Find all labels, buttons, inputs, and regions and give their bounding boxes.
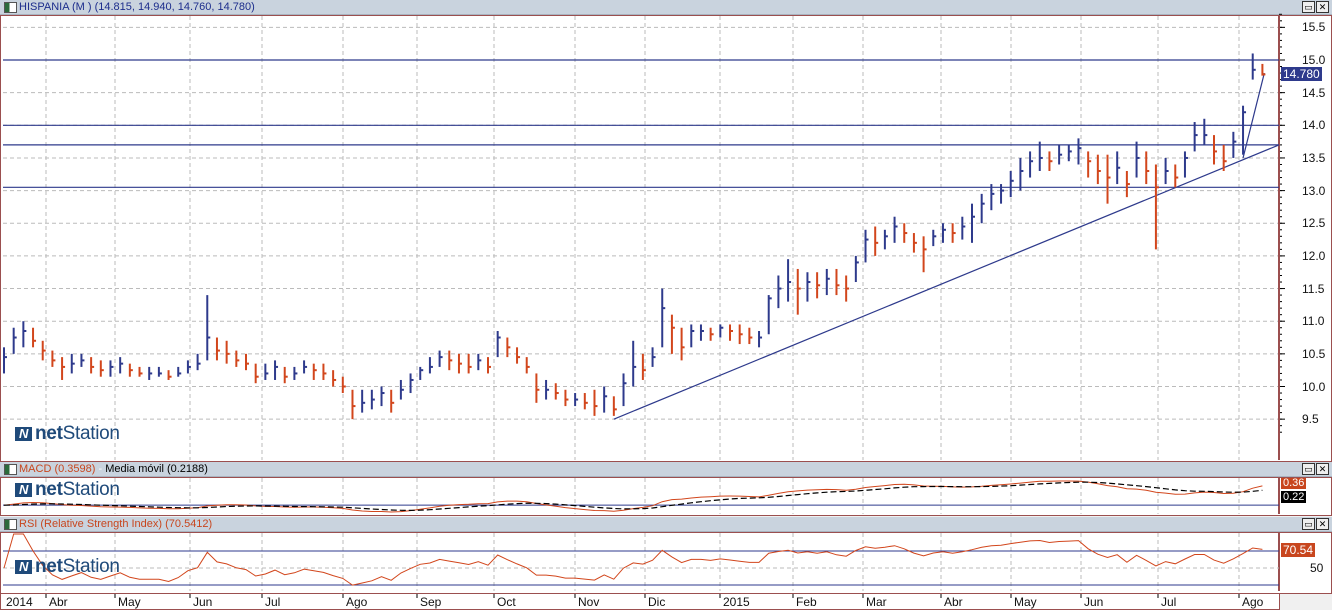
- netstation-logo: NnetStation: [15, 423, 120, 445]
- x-axis-label: Mar: [866, 595, 887, 609]
- x-axis-label: Jul: [265, 595, 281, 609]
- x-axis-label: Jun: [1084, 595, 1104, 609]
- y-axis-label: 10.5: [1302, 346, 1326, 361]
- y-axis-label: 12.5: [1302, 216, 1326, 231]
- macd-signal-line: [3, 481, 1263, 512]
- netstation-logo: NnetStation: [15, 556, 120, 578]
- y-axis-label: 13.0: [1302, 183, 1326, 198]
- x-axis-label: 2015: [723, 595, 750, 609]
- x-axis-label: Oct: [497, 595, 516, 609]
- y-axis-label: 15.0: [1302, 53, 1326, 67]
- last-price-badge: 14.780: [1281, 67, 1322, 81]
- x-axis-label: Nov: [578, 595, 600, 609]
- x-axis-label: Jul: [1161, 595, 1177, 609]
- y-axis-label: 14.5: [1302, 85, 1326, 100]
- rsi-level-label: 50: [1310, 561, 1324, 575]
- y-axis-label: 11.0: [1302, 314, 1325, 329]
- x-axis-label: May: [118, 595, 141, 609]
- x-axis-label: Sep: [420, 595, 442, 609]
- macd-value-badge: 0.36: [1281, 477, 1307, 489]
- netstation-logo: NnetStation: [15, 479, 120, 501]
- y-axis-label: 12.0: [1302, 248, 1326, 263]
- y-axis-label: 10.0: [1302, 379, 1326, 394]
- x-axis-label: May: [1014, 595, 1037, 609]
- x-axis-label: Jun: [193, 595, 213, 609]
- x-axis-label: Ago: [346, 595, 368, 609]
- y-axis-label: 13.5: [1302, 150, 1326, 165]
- y-axis-label: 15.5: [1302, 20, 1326, 35]
- y-axis-label: 14.0: [1302, 118, 1326, 133]
- rsi-line: [3, 533, 1263, 586]
- price-chart: [3, 13, 1285, 598]
- x-axis-label: 2014: [6, 595, 33, 609]
- x-axis-label: Feb: [796, 595, 817, 609]
- x-axis-label: Abr: [49, 595, 68, 609]
- x-axis-label: Abr: [944, 595, 963, 609]
- macd-line: [3, 480, 1263, 513]
- y-axis-label: 9.5: [1302, 412, 1319, 427]
- signal-value-badge: 0.22: [1281, 491, 1307, 503]
- trendline: [613, 144, 1280, 420]
- rsi-value-badge: 70.54: [1281, 543, 1316, 557]
- x-axis-label: Dic: [648, 595, 666, 609]
- y-axis-label: 11.5: [1302, 281, 1325, 296]
- x-axis-label: Ago: [1242, 595, 1264, 609]
